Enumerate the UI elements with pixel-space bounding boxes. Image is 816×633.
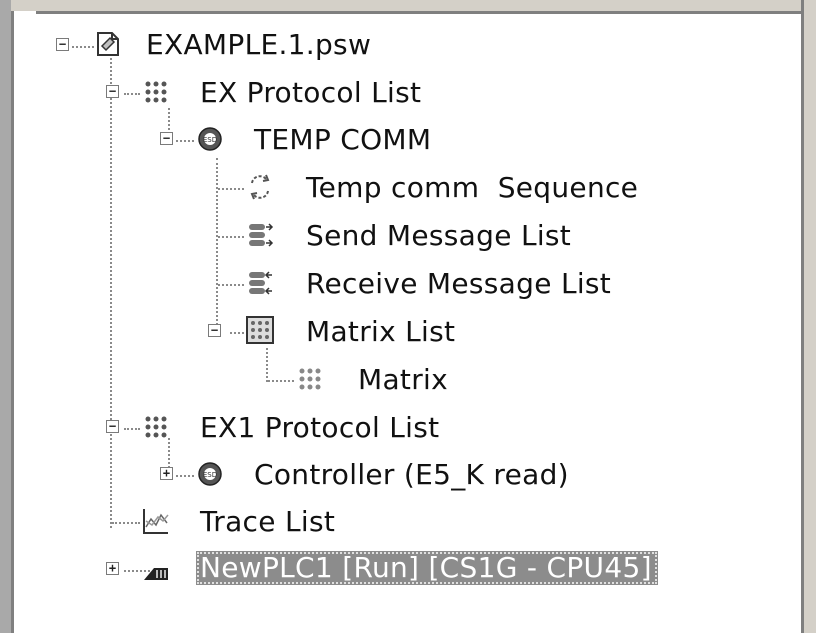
tree-item-receive-message-list[interactable]: Receive Message List <box>306 267 611 301</box>
tree-line <box>112 522 140 524</box>
tree-item-trace-list[interactable]: Trace List <box>200 505 335 539</box>
receive-message-icon <box>249 271 272 295</box>
collapse-toggle[interactable]: − <box>106 420 119 433</box>
tree-line <box>218 188 244 190</box>
tree-item-root[interactable]: EXAMPLE.1.psw <box>146 28 371 62</box>
svg-text:ESD: ESD <box>203 471 217 479</box>
tree-item-controller[interactable]: Controller (E5_K read) <box>254 458 569 492</box>
protocol-list-icon <box>145 416 167 438</box>
trace-icon <box>143 509 169 534</box>
tree-line <box>266 348 268 382</box>
expand-toggle[interactable]: + <box>160 467 173 480</box>
send-message-icon <box>249 223 274 247</box>
tree-line <box>218 284 244 286</box>
tree-line <box>176 475 194 477</box>
collapse-toggle[interactable]: − <box>208 324 221 337</box>
tree-item-ex-protocol-list[interactable]: EX Protocol List <box>200 76 421 110</box>
collapse-toggle[interactable]: − <box>56 38 69 51</box>
tree-line <box>124 93 140 95</box>
matrix-list-icon <box>246 316 274 344</box>
left-gutter <box>0 0 11 633</box>
expand-toggle[interactable]: + <box>106 562 119 575</box>
project-tree-panel: − EXAMPLE.1.psw − EX Protocol List − ESD… <box>0 0 816 633</box>
collapse-toggle[interactable]: − <box>106 85 119 98</box>
tree-item-temp-comm-sequence[interactable]: Temp comm Sequence <box>306 171 638 205</box>
tree-line <box>176 140 194 142</box>
tree-line <box>124 428 140 430</box>
tree-line <box>72 46 94 48</box>
tree-line <box>218 236 244 238</box>
tree-item-new-plc[interactable]: NewPLC1 [Run] [CS1G - CPU45] <box>196 551 658 585</box>
tree-item-matrix-list[interactable]: Matrix List <box>306 315 455 349</box>
tree-item-temp-comm[interactable]: TEMP COMM <box>254 123 431 157</box>
tree-item-matrix[interactable]: Matrix <box>358 363 448 397</box>
panel-top-border <box>11 0 816 14</box>
tree-line <box>268 380 294 382</box>
svg-text:ESD: ESD <box>203 136 217 144</box>
collapse-toggle[interactable]: − <box>160 132 173 145</box>
project-file-icon <box>97 32 119 56</box>
protocol-icon: ESD <box>198 127 222 151</box>
protocol-icon: ESD <box>198 462 222 486</box>
tree-item-send-message-list[interactable]: Send Message List <box>306 219 571 253</box>
tree-line <box>110 58 112 528</box>
tree-item-ex1-protocol-list[interactable]: EX1 Protocol List <box>200 411 439 445</box>
plc-icon <box>144 568 168 580</box>
matrix-icon <box>299 368 321 390</box>
tree-line <box>216 158 218 333</box>
sequence-icon <box>250 174 270 200</box>
panel-right-border <box>801 0 816 633</box>
tree-line <box>230 332 244 334</box>
panel-left-border <box>11 11 36 633</box>
protocol-list-icon <box>145 81 167 103</box>
